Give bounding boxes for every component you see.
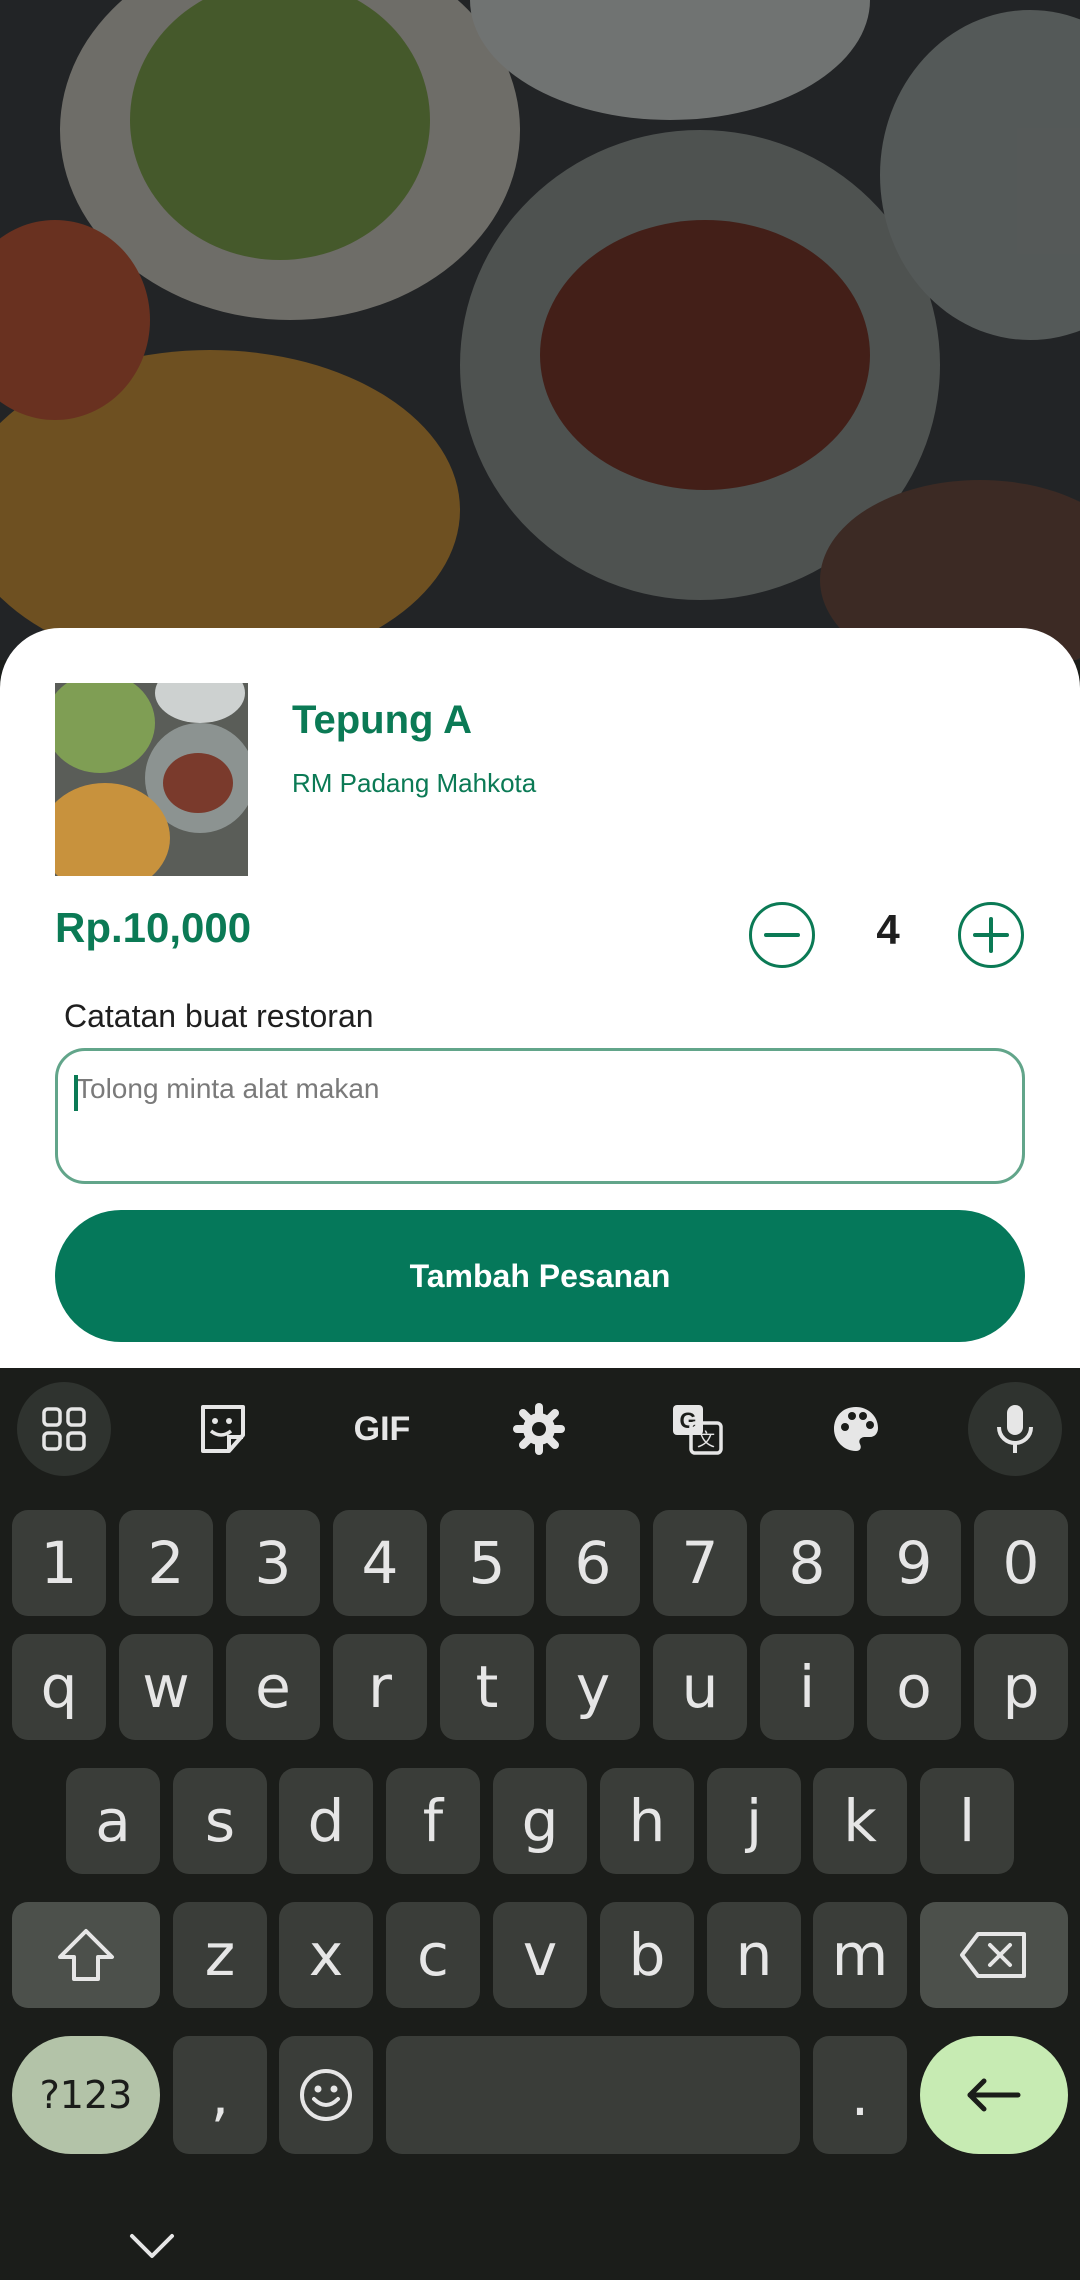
- food-hero-image: [0, 0, 1080, 660]
- key-r[interactable]: r: [333, 1634, 427, 1740]
- collapse-keyboard-icon[interactable]: [122, 2228, 182, 2269]
- key-w[interactable]: w: [119, 1634, 213, 1740]
- key-a[interactable]: a: [66, 1768, 160, 1874]
- key-o[interactable]: o: [867, 1634, 961, 1740]
- key-5[interactable]: 5: [440, 1510, 534, 1616]
- apps-grid-icon[interactable]: [17, 1382, 111, 1476]
- settings-gear-icon[interactable]: [492, 1382, 586, 1476]
- add-order-button[interactable]: Tambah Pesanan: [55, 1210, 1025, 1342]
- key-h[interactable]: h: [600, 1768, 694, 1874]
- food-thumbnail: [55, 683, 248, 876]
- quantity-value: 4: [876, 906, 900, 953]
- item-price: Rp.10,000: [55, 904, 252, 951]
- key-f[interactable]: f: [386, 1768, 480, 1874]
- period-key[interactable]: .: [813, 2036, 907, 2154]
- note-placeholder: Tolong minta alat makan: [76, 1073, 380, 1104]
- key-4[interactable]: 4: [333, 1510, 427, 1616]
- key-j[interactable]: j: [707, 1768, 801, 1874]
- key-n[interactable]: n: [707, 1902, 801, 2008]
- key-y[interactable]: y: [546, 1634, 640, 1740]
- shift-arrow-icon: [58, 1929, 114, 1981]
- translate-icon[interactable]: G 文: [650, 1382, 744, 1476]
- space-bar[interactable]: [386, 2036, 800, 2154]
- backspace-icon: [960, 1932, 1026, 1978]
- item-name: Tepung A: [292, 698, 472, 742]
- comma-key[interactable]: ,: [173, 2036, 267, 2154]
- key-6[interactable]: 6: [546, 1510, 640, 1616]
- svg-text:G: G: [679, 1408, 696, 1433]
- key-i[interactable]: i: [760, 1634, 854, 1740]
- key-p[interactable]: p: [974, 1634, 1068, 1740]
- decrease-quantity-button[interactable]: [749, 902, 815, 968]
- key-3[interactable]: 3: [226, 1510, 320, 1616]
- key-e[interactable]: e: [226, 1634, 320, 1740]
- key-c[interactable]: c: [386, 1902, 480, 2008]
- order-bottom-sheet: Tepung A RM Padang Mahkota Rp.10,000 4 C…: [0, 628, 1080, 1368]
- key-8[interactable]: 8: [760, 1510, 854, 1616]
- increase-quantity-button[interactable]: [958, 902, 1024, 968]
- plus-icon: [973, 917, 1009, 953]
- key-s[interactable]: s: [173, 1768, 267, 1874]
- key-1[interactable]: 1: [12, 1510, 106, 1616]
- shift-key[interactable]: [12, 1902, 160, 2008]
- key-v[interactable]: v: [493, 1902, 587, 2008]
- emoji-smiley-icon: [300, 2069, 352, 2121]
- key-q[interactable]: q: [12, 1634, 106, 1740]
- enter-arrow-icon: [967, 2078, 1021, 2112]
- key-0[interactable]: 0: [974, 1510, 1068, 1616]
- text-cursor: [74, 1075, 78, 1111]
- emoji-key[interactable]: [279, 2036, 373, 2154]
- restaurant-name: RM Padang Mahkota: [292, 768, 537, 798]
- key-g[interactable]: g: [493, 1768, 587, 1874]
- sticker-icon[interactable]: [176, 1382, 270, 1476]
- gif-icon[interactable]: GIF: [335, 1382, 429, 1476]
- microphone-icon[interactable]: [968, 1382, 1062, 1476]
- symbols-key[interactable]: ?123: [12, 2036, 160, 2154]
- minus-icon: [764, 933, 800, 937]
- key-l[interactable]: l: [920, 1768, 1014, 1874]
- key-t[interactable]: t: [440, 1634, 534, 1740]
- palette-icon[interactable]: [809, 1382, 903, 1476]
- enter-key[interactable]: [920, 2036, 1068, 2154]
- key-2[interactable]: 2: [119, 1510, 213, 1616]
- screen: Tepung A RM Padang Mahkota Rp.10,000 4 C…: [0, 0, 1080, 2280]
- key-k[interactable]: k: [813, 1768, 907, 1874]
- key-m[interactable]: m: [813, 1902, 907, 2008]
- key-b[interactable]: b: [600, 1902, 694, 2008]
- key-d[interactable]: d: [279, 1768, 373, 1874]
- backspace-key[interactable]: [920, 1902, 1068, 2008]
- key-z[interactable]: z: [173, 1902, 267, 2008]
- note-label: Catatan buat restoran: [64, 998, 374, 1034]
- key-x[interactable]: x: [279, 1902, 373, 2008]
- soft-keyboard: GIF G 文 1 2 3 4 5 6 7 8 9 0 q w e r t y …: [0, 1368, 1080, 2280]
- key-u[interactable]: u: [653, 1634, 747, 1740]
- restaurant-note-input[interactable]: Tolong minta alat makan: [55, 1048, 1025, 1184]
- key-7[interactable]: 7: [653, 1510, 747, 1616]
- key-9[interactable]: 9: [867, 1510, 961, 1616]
- svg-text:文: 文: [697, 1430, 715, 1451]
